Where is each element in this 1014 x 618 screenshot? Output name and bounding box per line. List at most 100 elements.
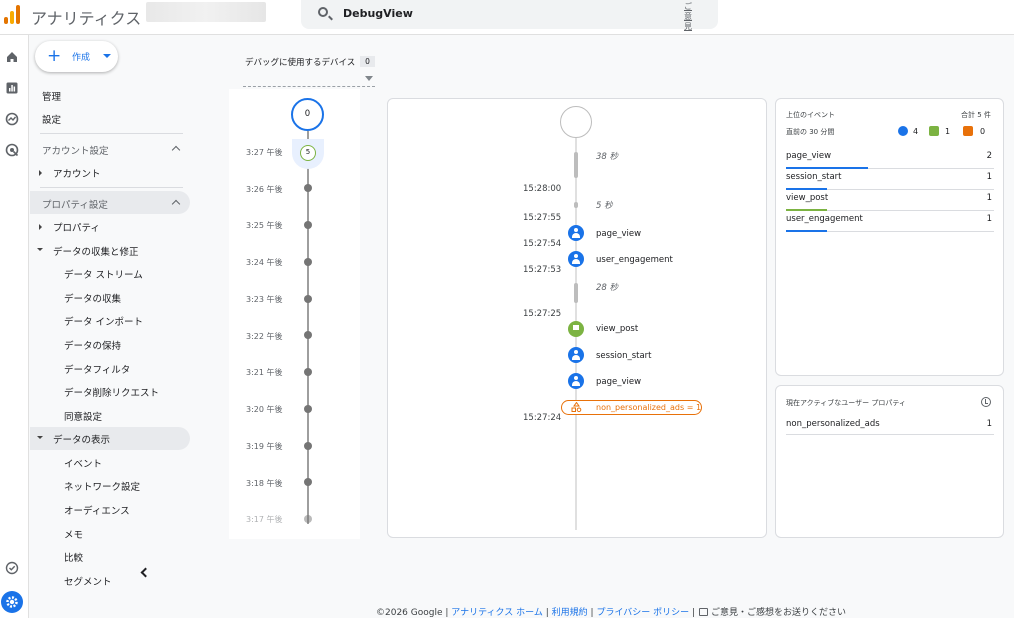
user-property-row[interactable]: non_personalized_ads 1	[786, 416, 994, 435]
conversion-flag-icon[interactable]	[568, 321, 584, 337]
user-event-icon[interactable]	[568, 225, 584, 241]
app-title[interactable]: アナリティクス	[31, 5, 141, 29]
footer-link-analytics-home[interactable]: アナリティクス ホーム	[451, 608, 543, 618]
top-event-row[interactable]: page_view 2	[786, 148, 994, 169]
minute-dot[interactable]	[304, 295, 312, 303]
current-minute-count[interactable]: 5	[300, 145, 316, 161]
left-nav-rail	[0, 35, 29, 618]
sidebar-item-data-collection-sub[interactable]: データの収集	[64, 291, 121, 305]
user-event-icon[interactable]	[568, 373, 584, 389]
sidebar-item-audiences[interactable]: オーディエンス	[64, 503, 130, 517]
home-icon[interactable]	[5, 50, 19, 64]
minute-label: 3:26 午後	[246, 185, 283, 194]
minute-dot[interactable]	[304, 258, 312, 266]
expand-arrow-icon[interactable]	[39, 170, 42, 176]
sidebar-item-network[interactable]: ネットワーク設定	[64, 479, 140, 493]
user-property-event[interactable]: non_personalized_ads = 1	[561, 400, 702, 415]
minute-dot[interactable]	[304, 478, 312, 486]
conversion-count: 1	[945, 127, 951, 136]
property-settings-header[interactable]: プロパティ設定	[42, 197, 108, 211]
top-events-subtitle: 直前の 30 分間	[786, 128, 835, 136]
sidebar-item-data-retention[interactable]: データの保持	[64, 338, 121, 352]
sidebar-item-data-import[interactable]: データ インポート	[64, 314, 143, 328]
sidebar-item-notes[interactable]: メモ	[64, 527, 83, 541]
expand-arrow-icon[interactable]	[39, 224, 42, 230]
sidebar-item-data-display[interactable]: データの表示	[53, 432, 110, 446]
account-settings-header[interactable]: アカウント設定	[42, 143, 109, 157]
checklist-icon[interactable]	[5, 561, 19, 575]
collapse-arrow-icon[interactable]	[37, 248, 43, 251]
account-selector[interactable]	[146, 2, 266, 22]
create-button[interactable]: + 作成	[35, 41, 118, 72]
footer-feedback-link[interactable]: ご意見・ご感想をお送りください	[711, 608, 846, 618]
sidebar-item-admin[interactable]: 管理	[42, 89, 61, 103]
top-bar: アナリティクス DebugView ご意見	[0, 0, 1014, 35]
minute-dot[interactable]	[304, 221, 312, 229]
minute-label: 3:22 午後	[246, 332, 283, 341]
error-count-icon	[963, 126, 973, 136]
timestamp: 15:27:53	[523, 265, 562, 275]
event-label[interactable]: user_engagement	[596, 255, 673, 265]
timestamp: 15:27:54	[523, 239, 562, 249]
sidebar-item-data-streams[interactable]: データ ストリーム	[64, 267, 143, 281]
top-event-bar	[786, 230, 828, 232]
minute-dot[interactable]	[304, 331, 312, 339]
advertising-icon[interactable]	[5, 143, 19, 157]
minute-label: 3:21 午後	[246, 368, 283, 377]
chevron-up-icon[interactable]	[171, 145, 181, 155]
admin-button[interactable]	[1, 591, 23, 613]
sidebar-item-events[interactable]: イベント	[64, 456, 102, 470]
minute-dot[interactable]	[304, 515, 312, 523]
sidebar-item-data-filters[interactable]: データフィルタ	[64, 362, 130, 376]
minute-label: 3:24 午後	[246, 258, 283, 267]
collapse-arrow-icon[interactable]	[37, 436, 43, 439]
gap-label: 38 秒	[596, 152, 619, 162]
timestamp: 15:28:00	[523, 184, 562, 194]
top-events-title: 上位のイベント	[786, 111, 835, 119]
sidebar-item-consent[interactable]: 同意設定	[64, 409, 102, 423]
plus-icon: +	[47, 46, 62, 66]
event-label[interactable]: page_view	[596, 229, 641, 239]
debug-devices-count: 0	[360, 56, 375, 67]
divider	[40, 133, 183, 134]
sidebar-item-account[interactable]: アカウント	[53, 166, 101, 180]
seconds-top-circle	[560, 106, 592, 138]
caret-down-icon	[103, 54, 111, 58]
search-bar[interactable]: DebugView	[301, 0, 718, 29]
user-event-icon[interactable]	[568, 251, 584, 267]
dropdown-arrow-icon[interactable]	[365, 76, 373, 81]
debug-devices-label[interactable]: デバッグに使用するデバイス	[245, 56, 355, 68]
sidebar-item-settings[interactable]: 設定	[42, 112, 61, 126]
sidebar-item-comparisons[interactable]: 比較	[64, 550, 83, 564]
minute-dot[interactable]	[304, 368, 312, 376]
event-label[interactable]: page_view	[596, 377, 641, 387]
top-event-row[interactable]: session_start 1	[786, 169, 994, 190]
sidebar-item-property[interactable]: プロパティ	[53, 220, 100, 234]
top-event-name: view_post	[786, 193, 829, 203]
sidebar-item-data-collection[interactable]: データの収集と修正	[53, 244, 139, 258]
minute-label: 3:23 午後	[246, 295, 283, 304]
explore-icon[interactable]	[5, 112, 19, 126]
sidebar-item-data-deletion[interactable]: データ削除リクエスト	[64, 385, 159, 399]
top-event-row[interactable]: user_engagement 1	[786, 211, 994, 232]
search-input[interactable]: DebugView	[343, 7, 413, 20]
event-label[interactable]: view_post	[596, 324, 638, 334]
minute-dot[interactable]	[304, 405, 312, 413]
top-event-row[interactable]: view_post 1	[786, 190, 994, 211]
analytics-logo[interactable]	[4, 4, 20, 24]
history-icon[interactable]	[981, 397, 991, 407]
user-event-icon[interactable]	[568, 347, 584, 363]
sidebar-item-segments[interactable]: セグメント	[64, 574, 112, 588]
timestamp: 15:27:25	[523, 309, 562, 319]
feedback-link[interactable]: ご意見	[684, 2, 696, 32]
footer-link-terms[interactable]: 利用規約	[552, 608, 588, 618]
feedback-icon	[699, 608, 709, 616]
minute-dot[interactable]	[304, 442, 312, 450]
event-label[interactable]: session_start	[596, 351, 652, 361]
reports-icon[interactable]	[5, 81, 19, 95]
minute-dot[interactable]	[304, 184, 312, 192]
user-property-name: non_personalized_ads	[786, 419, 880, 429]
footer-link-privacy[interactable]: プライバシー ポリシー	[596, 608, 689, 618]
top-event-count: 1	[986, 172, 992, 182]
user-property-count: 1	[986, 419, 992, 429]
